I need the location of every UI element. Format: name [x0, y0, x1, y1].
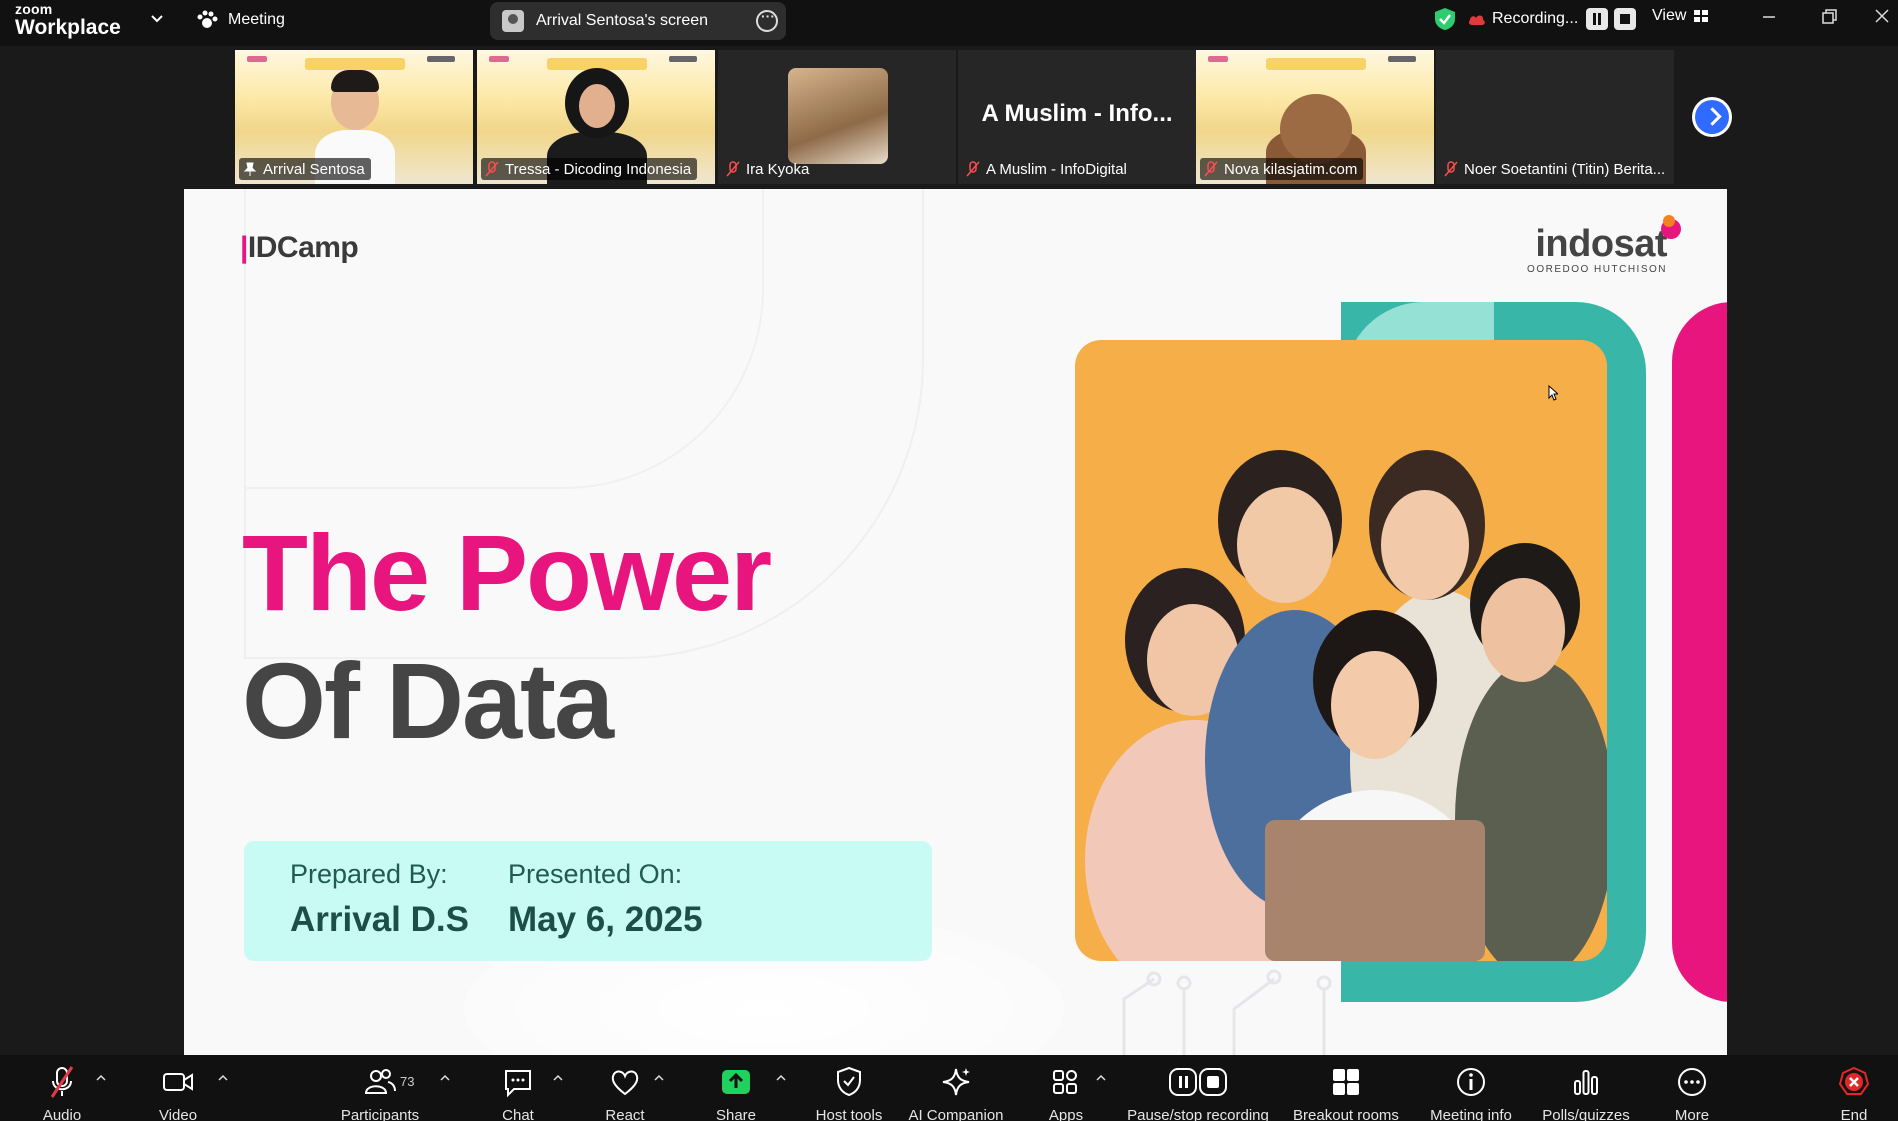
meeting-info-button[interactable]: Meeting info — [1426, 1065, 1516, 1121]
stop-recording-button[interactable] — [1614, 8, 1637, 30]
shield-icon — [837, 1066, 861, 1097]
mouse-cursor-icon — [1548, 385, 1558, 401]
participant-tile[interactable]: Nova kilasjatim.com — [1196, 50, 1434, 184]
students-photo — [1075, 340, 1607, 961]
participant-tile[interactable]: Arrival Sentosa — [235, 50, 473, 184]
sparkle-icon — [942, 1068, 970, 1096]
participant-name: Ira Kyoka — [722, 158, 815, 180]
react-button[interactable]: React — [600, 1065, 650, 1121]
chevron-up-icon[interactable] — [776, 1073, 786, 1083]
chevron-up-icon[interactable] — [1096, 1073, 1106, 1083]
minimize-icon[interactable] — [1754, 6, 1784, 28]
mic-muted-icon — [1444, 161, 1458, 177]
grid-view-icon — [1694, 10, 1709, 22]
chat-bubble-icon — [505, 1070, 531, 1098]
recording-status: Recording... — [1434, 6, 1637, 32]
video-button[interactable]: Video — [154, 1065, 202, 1121]
gallery-next-icon[interactable] — [1692, 97, 1732, 137]
participant-tile[interactable]: A Muslim - Info... A Muslim - InfoDigita… — [958, 50, 1196, 184]
more-options-icon[interactable] — [756, 8, 778, 32]
slide-title-line1: The Power — [242, 512, 772, 633]
indosat-logo: indosat OOREDOO HUTCHISON — [1527, 215, 1681, 275]
meeting-menu[interactable]: Meeting — [196, 9, 285, 31]
pause-stop-icon — [1169, 1068, 1227, 1096]
participant-name: Arrival Sentosa — [239, 158, 371, 180]
host-tools-button[interactable]: Host tools — [810, 1065, 888, 1121]
participant-tile[interactable]: Tressa - Dicoding Indonesia — [477, 50, 715, 184]
participants-count: 73 — [400, 1074, 415, 1089]
participant-gallery: Arrival Sentosa Tressa - Dicoding Indone… — [0, 46, 1898, 188]
chevron-up-icon[interactable] — [218, 1073, 228, 1083]
more-icon — [1678, 1068, 1706, 1096]
slide-title-line2: Of Data — [242, 640, 614, 761]
mic-muted-icon — [1204, 161, 1218, 177]
end-call-icon — [1838, 1066, 1870, 1095]
participant-name: Noer Soetantini (Titin) Berita... — [1440, 158, 1671, 180]
shared-screen-slide: |IDCamp indosat OOREDOO HUTCHISON The Po… — [184, 189, 1727, 1055]
view-button[interactable]: View — [1652, 7, 1709, 25]
avatar — [502, 10, 524, 32]
participant-name: Tressa - Dicoding Indonesia — [481, 158, 698, 180]
mic-muted-icon — [485, 161, 499, 177]
info-icon — [1457, 1068, 1485, 1096]
view-label: View — [1652, 7, 1687, 24]
chat-button[interactable]: Chat — [496, 1065, 540, 1121]
share-screen-icon — [722, 1070, 750, 1094]
paw-icon — [197, 10, 218, 28]
zoom-workplace-logo[interactable]: zoom Workplace — [15, 2, 121, 38]
chevron-down-icon[interactable] — [148, 10, 166, 28]
prepared-by: Prepared By: Arrival D.S — [290, 859, 469, 939]
participant-name: Nova kilasjatim.com — [1200, 158, 1364, 180]
presented-on: Presented On: May 6, 2025 — [508, 859, 703, 939]
mic-muted-icon — [966, 161, 980, 177]
mic-muted-icon — [50, 1066, 74, 1098]
polls-quizzes-button[interactable]: Polls/quizzes — [1540, 1065, 1632, 1121]
apps-icon — [1053, 1070, 1077, 1094]
brand-workplace: Workplace — [15, 16, 121, 39]
chevron-up-icon[interactable] — [440, 1073, 450, 1083]
idcamp-logo: |IDCamp — [240, 231, 359, 264]
encryption-shield-icon[interactable] — [1434, 7, 1456, 31]
apps-button[interactable]: Apps — [1046, 1065, 1086, 1121]
chevron-up-icon[interactable] — [553, 1073, 563, 1083]
screen-share-label: Arrival Sentosa's screen — [536, 12, 709, 29]
meeting-controls: Audio Video Participants 73 Chat React S… — [0, 1055, 1898, 1121]
audio-button[interactable]: Audio — [38, 1065, 86, 1121]
end-meeting-button[interactable]: End — [1834, 1065, 1874, 1121]
pause-recording-button[interactable] — [1586, 8, 1609, 30]
pin-icon — [243, 162, 257, 176]
share-screen-button[interactable]: Share — [712, 1065, 760, 1121]
participant-tile[interactable]: Ira Kyoka — [718, 50, 956, 184]
recording-label: Recording... — [1492, 10, 1579, 27]
chevron-up-icon[interactable] — [96, 1073, 106, 1083]
pause-stop-recording-button[interactable]: Pause/stop recording — [1124, 1065, 1272, 1121]
video-camera-icon — [163, 1073, 193, 1091]
chevron-up-icon[interactable] — [654, 1073, 664, 1083]
breakout-rooms-icon — [1333, 1069, 1359, 1095]
title-bar: zoom Workplace Meeting Arrival Sentosa's… — [0, 0, 1898, 46]
participant-tile[interactable]: Noer Soetantini (Titin) Berita... — [1436, 50, 1674, 184]
brand-zoom: zoom — [15, 1, 53, 17]
bar-chart-icon — [1574, 1070, 1598, 1095]
breakout-rooms-button[interactable]: Breakout rooms — [1290, 1065, 1402, 1121]
participant-display-name: A Muslim - Info... — [981, 100, 1173, 127]
heart-icon — [611, 1070, 639, 1096]
cloud-recording-icon — [1468, 15, 1485, 25]
meeting-label: Meeting — [228, 11, 285, 28]
participant-name: A Muslim - InfoDigital — [962, 158, 1133, 180]
mic-muted-icon — [726, 161, 740, 177]
participant-avatar — [788, 68, 888, 164]
decorative-bar — [1672, 302, 1727, 1002]
screen-share-pill[interactable]: Arrival Sentosa's screen — [490, 2, 786, 40]
circuit-decoration — [1122, 969, 1332, 1055]
more-button[interactable]: More — [1670, 1065, 1714, 1121]
ai-companion-button[interactable]: AI Companion — [906, 1065, 1006, 1121]
restore-icon[interactable] — [1814, 6, 1844, 28]
presenter-info-box: Prepared By: Arrival D.S Presented On: M… — [244, 841, 932, 961]
close-icon[interactable] — [1868, 6, 1898, 28]
participants-icon — [364, 1069, 396, 1094]
